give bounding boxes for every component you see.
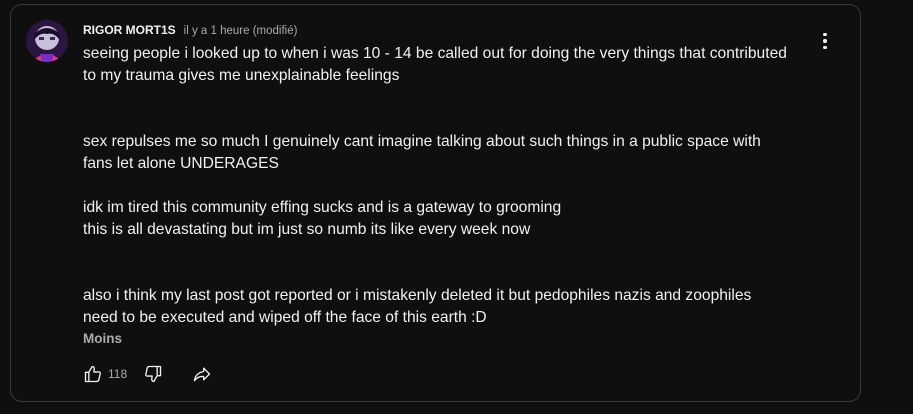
- avatar-image: [26, 20, 68, 62]
- more-vertical-icon: [823, 32, 827, 37]
- comment-line: to my trauma gives me unexplainable feel…: [83, 67, 400, 84]
- comment-line: fans let alone UNDERAGES: [83, 155, 279, 172]
- thumbs-up-icon: [84, 365, 101, 383]
- share-button[interactable]: [190, 362, 214, 386]
- read-less-button[interactable]: Moins: [83, 331, 122, 346]
- comment-line: this is all devastating but im just so n…: [83, 221, 531, 238]
- comment-line: also i think my last post got reported o…: [83, 287, 752, 304]
- comment-text: seeing people i looked up to when i was …: [83, 43, 823, 329]
- comment-blank-line: [83, 87, 823, 109]
- share-arrow-icon: [193, 367, 211, 382]
- comment-line: sex repulses me so much I genuinely cant…: [83, 133, 761, 150]
- comment-blank-line: [83, 109, 823, 131]
- more-vertical-icon-dot: [823, 39, 827, 43]
- comment-line: idk im tired this community effing sucks…: [83, 199, 562, 216]
- like-count: 118: [108, 367, 128, 381]
- comment-header: RIGOR MORT1S il y a 1 heure (modifié): [83, 23, 297, 37]
- like-button[interactable]: [81, 362, 105, 386]
- more-vertical-icon-dot: [823, 45, 827, 50]
- comment-actions: 118: [81, 362, 214, 386]
- dislike-button[interactable]: [141, 362, 165, 386]
- thumbs-down-icon: [145, 365, 162, 383]
- comment-line: need to be executed and wiped off the fa…: [83, 309, 487, 326]
- comment-line: seeing people i looked up to when i was …: [83, 45, 787, 62]
- comment-blank-line: [83, 175, 823, 197]
- avatar[interactable]: [26, 20, 68, 62]
- author-name[interactable]: RIGOR MORT1S: [83, 23, 176, 37]
- comment-blank-line: [83, 241, 823, 263]
- comment-timestamp[interactable]: il y a 1 heure (modifié): [184, 25, 298, 37]
- comment-blank-line: [83, 263, 823, 285]
- comment-card: RIGOR MORT1S il y a 1 heure (modifié) se…: [10, 4, 861, 402]
